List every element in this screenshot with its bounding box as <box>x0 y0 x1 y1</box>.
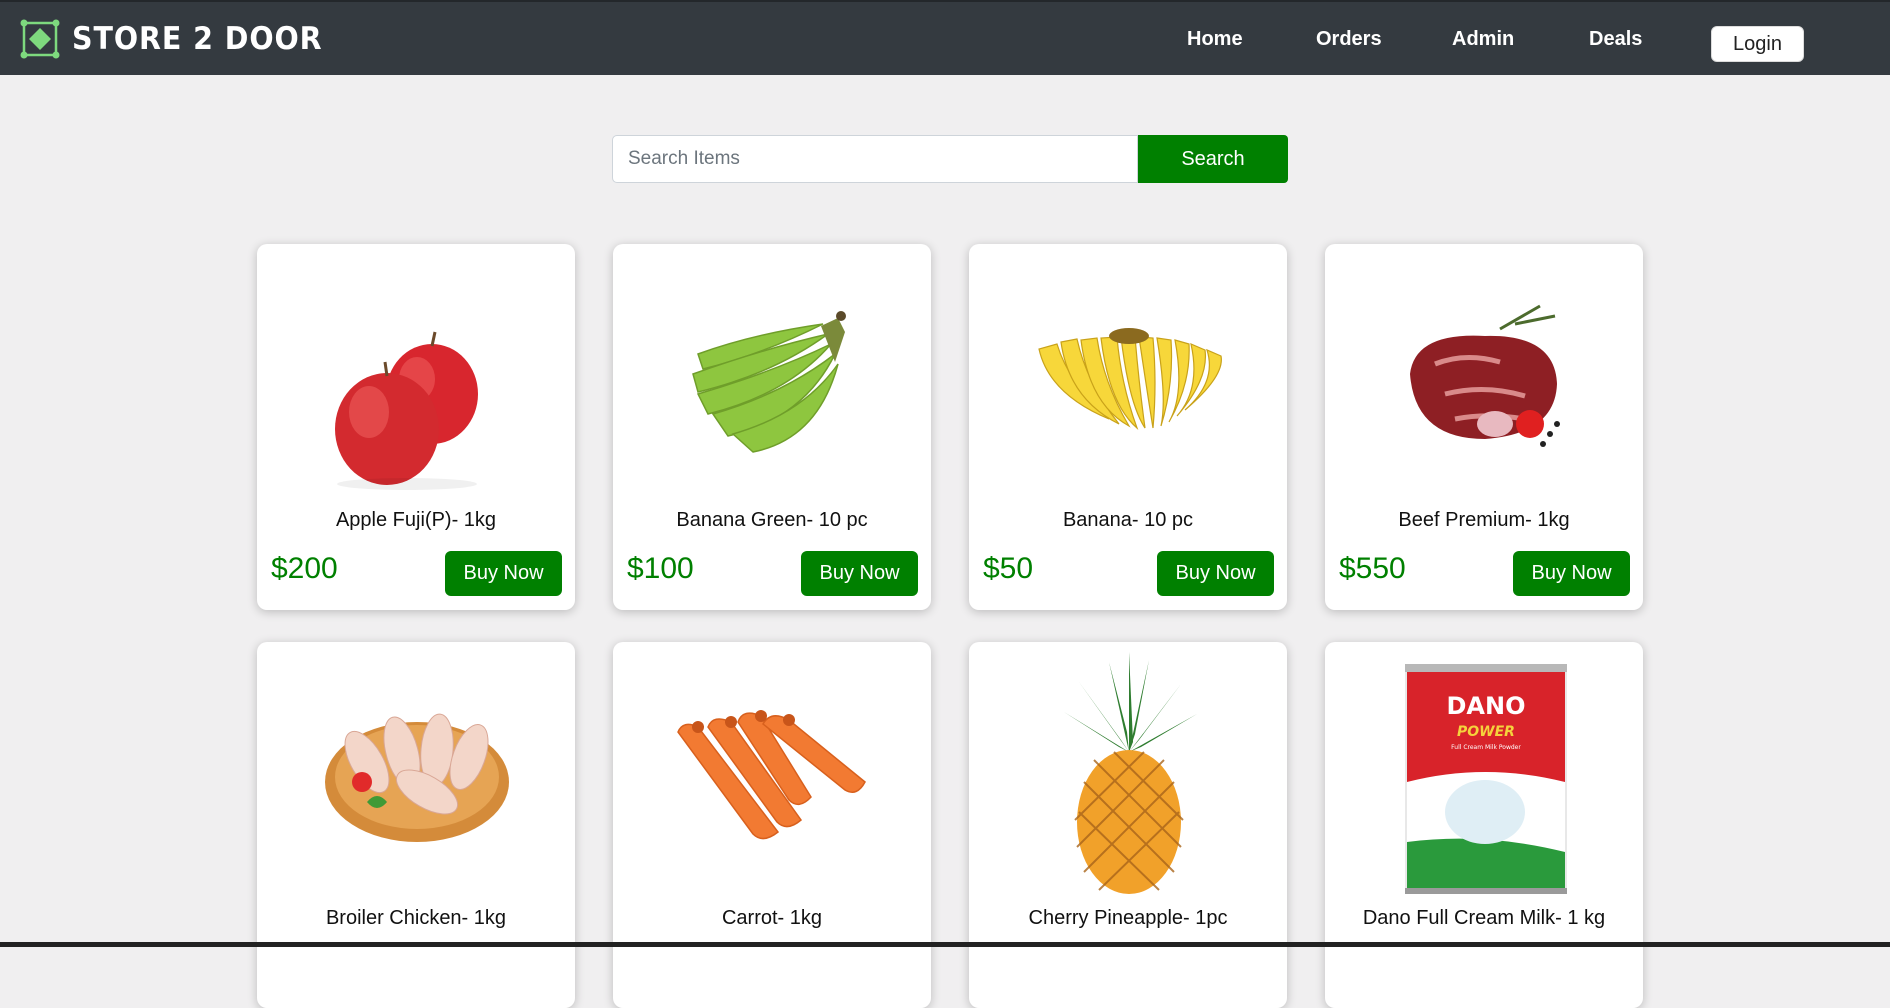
milk-pack-icon: DANO POWER Full Cream Milk Powder <box>1405 664 1567 894</box>
product-card-chicken: Broiler Chicken- 1kg <box>257 642 575 1008</box>
diamond-logo-icon <box>20 19 60 59</box>
pineapple-icon <box>1064 652 1197 894</box>
brand[interactable]: STORE 2 DOOR <box>20 17 344 61</box>
search-button[interactable]: Search <box>1138 135 1288 183</box>
product-image-milk[interactable]: DANO POWER Full Cream Milk Powder <box>1325 642 1643 902</box>
milk-pack-desc: Full Cream Milk Powder <box>1451 744 1521 751</box>
brand-name: STORE 2 DOOR <box>72 21 323 57</box>
product-name: Beef Premium- 1kg <box>1398 509 1570 531</box>
product-price: $100 <box>627 552 694 585</box>
milk-pack-sub: POWER <box>1457 724 1515 740</box>
chicken-icon <box>325 713 509 842</box>
product-card-apple: Apple Fuji(P)- 1kg $200 Buy Now <box>257 244 575 610</box>
product-card-carrot: Carrot- 1kg <box>613 642 931 1008</box>
product-image-pineapple[interactable] <box>969 642 1287 902</box>
product-price: $50 <box>983 552 1034 585</box>
buy-now-button[interactable]: Buy Now <box>445 551 562 596</box>
search-input[interactable] <box>612 135 1138 183</box>
product-image-chicken[interactable] <box>257 642 575 902</box>
buy-now-button[interactable]: Buy Now <box>1157 551 1274 596</box>
product-name: Cherry Pineapple- 1pc <box>1028 907 1228 929</box>
product-name: Banana Green- 10 pc <box>676 509 868 531</box>
carrot-icon <box>677 710 866 840</box>
product-name: Broiler Chicken- 1kg <box>325 907 507 929</box>
product-card-pineapple: Cherry Pineapple- 1pc <box>969 642 1287 1008</box>
product-name: Banana- 10 pc <box>1062 509 1194 531</box>
product-price: $200 <box>271 552 338 585</box>
green-banana-icon <box>692 311 846 453</box>
product-image-carrot[interactable] <box>613 642 931 902</box>
product-card-banana: Banana- 10 pc $50 Buy Now <box>969 244 1287 610</box>
milk-pack-brand: DANO <box>1447 692 1526 720</box>
product-image-apple[interactable] <box>257 244 575 504</box>
product-name: Dano Full Cream Milk- 1 kg <box>1362 907 1606 929</box>
login-button[interactable]: Login <box>1711 26 1804 62</box>
nav-home-link[interactable]: Home <box>1187 28 1243 51</box>
nav-admin-link[interactable]: Admin <box>1452 28 1514 51</box>
buy-now-button[interactable]: Buy Now <box>1513 551 1630 596</box>
bottom-scrollbar[interactable] <box>0 942 1890 947</box>
product-card-banana-green: Banana Green- 10 pc $100 Buy Now <box>613 244 931 610</box>
product-card-milk: DANO POWER Full Cream Milk Powder Dano F… <box>1325 642 1643 1008</box>
nav-orders-link[interactable]: Orders <box>1316 28 1382 51</box>
navbar: STORE 2 DOOR Home Orders Admin Deals Log… <box>0 0 1890 75</box>
product-card-beef: Beef Premium- 1kg $550 Buy Now <box>1325 244 1643 610</box>
product-image-banana-green[interactable] <box>613 244 931 504</box>
banana-icon <box>1038 328 1222 430</box>
product-price: $550 <box>1339 552 1406 585</box>
product-image-banana[interactable] <box>969 244 1287 504</box>
buy-now-button[interactable]: Buy Now <box>801 551 918 596</box>
product-name: Carrot- 1kg <box>721 907 823 929</box>
apple-icon <box>335 331 478 490</box>
search-bar: Search <box>612 135 1288 183</box>
nav-deals-link[interactable]: Deals <box>1589 28 1642 51</box>
product-name: Apple Fuji(P)- 1kg <box>335 509 497 531</box>
beef-icon <box>1410 304 1560 447</box>
product-image-beef[interactable] <box>1325 244 1643 504</box>
